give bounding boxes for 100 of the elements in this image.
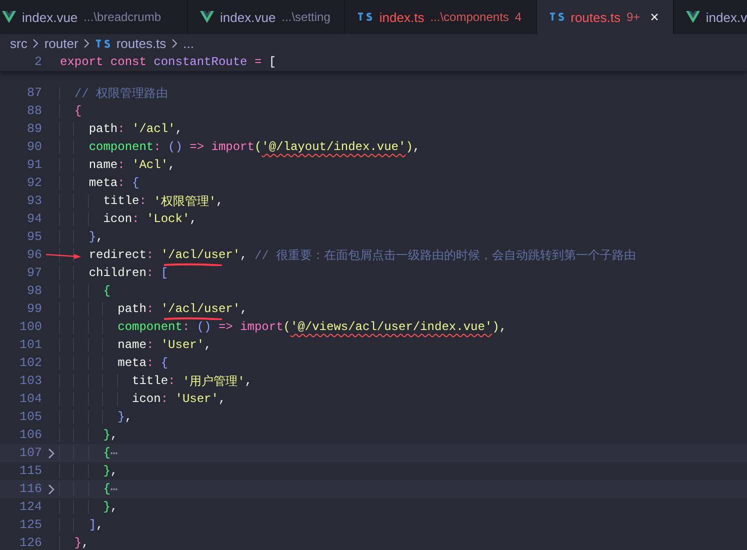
chevron-icon: [83, 39, 90, 48]
close-button[interactable]: ×: [650, 8, 659, 26]
code-token: icon: [60, 392, 161, 406]
code-token: children: [60, 266, 146, 280]
chevron-icon[interactable]: [48, 484, 54, 494]
editor-tab[interactable]: index.v: [674, 0, 747, 34]
code-token: }: [60, 536, 82, 550]
code-token: :: [118, 158, 126, 172]
vue-logo-icon: [200, 11, 214, 23]
code-token: ,: [168, 158, 176, 172]
chevron-icon: [171, 39, 178, 48]
code-token: [: [160, 266, 168, 280]
code-token: ,: [412, 140, 420, 154]
code-token: meta: [60, 356, 146, 370]
code-token: title: [60, 374, 168, 388]
code-token: ,: [96, 518, 104, 532]
code-token: constantRoute: [154, 55, 248, 69]
line-number: 96: [26, 248, 42, 262]
vue-logo-icon: [2, 11, 16, 23]
code-token: }: [60, 230, 96, 244]
code-token: 'Lock': [146, 212, 190, 226]
breadcrumb-item[interactable]: router: [44, 36, 78, 51]
code-token: [: [268, 55, 276, 69]
code-token: ⋯: [110, 446, 118, 460]
code-token: :: [146, 338, 155, 352]
breadcrumb-item[interactable]: routes.ts: [116, 36, 166, 51]
code-token: ,: [216, 194, 224, 208]
code-token: :: [118, 122, 126, 136]
code-token: ,: [190, 212, 197, 226]
code-token: title: [60, 194, 140, 208]
typescript-file-icon: [95, 38, 112, 48]
code-token: component: [60, 320, 182, 334]
editor-tab[interactable]: index.ts ...\components 4: [345, 0, 537, 34]
line-number: 124: [18, 500, 42, 514]
code-token: {: [60, 446, 110, 460]
line-number: 126: [18, 536, 42, 550]
line-number: 105: [18, 410, 42, 424]
code-token: :: [146, 356, 155, 370]
code-token: ,: [244, 374, 252, 388]
code-token: name: [60, 158, 118, 172]
code-token: (): [196, 320, 212, 334]
code-token: :: [168, 374, 176, 388]
code-token: '/acl': [132, 122, 176, 136]
code-token: // 很重要：在面包屑点击一级路由的时候，会自动跳转到第一个子路由: [254, 248, 636, 264]
code-token: '@/views/acl/user/index.vue': [290, 320, 492, 334]
code-token: =>: [190, 140, 206, 154]
editor-tab[interactable]: routes.ts 9+ ×: [536, 0, 674, 34]
code-token: '用户管理': [182, 374, 245, 390]
code-token: component: [60, 140, 154, 154]
code-token: ,: [110, 464, 118, 478]
line-number: 103: [18, 374, 42, 388]
typescript-file-icon: [357, 12, 374, 22]
code-token: (: [283, 320, 290, 334]
code-token: path: [60, 302, 146, 316]
code-token: path: [60, 122, 118, 136]
code-token: export: [60, 55, 104, 69]
code-token: }: [60, 428, 110, 442]
code-token: :: [182, 320, 191, 334]
code-token: }: [60, 500, 110, 514]
code-token: ,: [82, 536, 89, 550]
code-token: :: [154, 140, 162, 154]
code-token: ): [406, 140, 413, 154]
code-token: 'User': [160, 338, 204, 352]
line-number: 90: [26, 140, 42, 154]
code-token: =>: [218, 320, 234, 334]
code-token: :: [160, 392, 170, 406]
breadcrumb-item[interactable]: src: [10, 36, 28, 51]
editor-tab[interactable]: index.vue ...\setting: [188, 0, 346, 34]
vue-logo-icon: [686, 11, 700, 23]
editor-tab[interactable]: index.vue ...\breadcrumb: [0, 0, 188, 34]
line-number: 91: [26, 158, 42, 172]
code-token: ,: [218, 392, 226, 406]
line-number: 106: [18, 428, 42, 442]
code-token: ,: [96, 230, 104, 244]
line-number: 97: [26, 266, 42, 280]
code-token: const: [110, 55, 148, 69]
code-token: '/acl/user': [160, 248, 240, 262]
typescript-file-icon: [548, 12, 565, 22]
chevron-icon[interactable]: [48, 448, 54, 458]
breadcrumb-item[interactable]: ...: [183, 36, 194, 51]
code-token: ]: [60, 518, 96, 532]
code-token: (): [168, 140, 184, 154]
code-token: :: [118, 176, 126, 190]
code-token: import: [211, 140, 254, 154]
line-number: 89: [26, 122, 42, 136]
line-number: 98: [26, 284, 42, 298]
line-number: 87: [26, 86, 42, 100]
line-number: 99: [26, 302, 42, 316]
code-token: :: [146, 266, 155, 280]
line-number: 116: [18, 482, 42, 496]
line-number: 125: [18, 518, 42, 532]
code-token: :: [146, 302, 155, 316]
code-token: :: [146, 248, 155, 262]
code-token: :: [139, 194, 148, 208]
line-number: 102: [18, 356, 42, 370]
code-token: :: [132, 212, 140, 226]
line-number: 100: [18, 320, 42, 334]
code-token: ⋯: [110, 482, 118, 496]
code-token: ,: [499, 320, 507, 334]
code-token: }: [60, 464, 110, 478]
